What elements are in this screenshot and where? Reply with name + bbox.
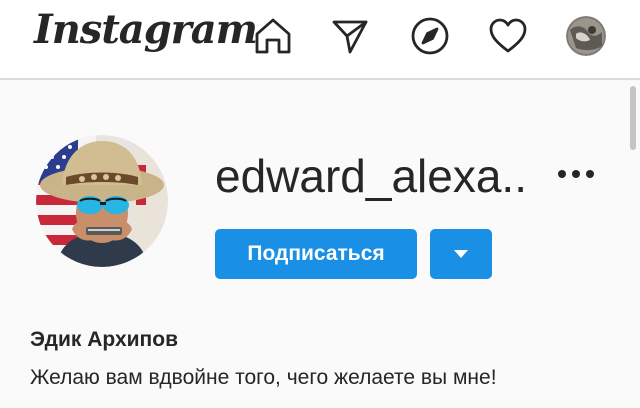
- follow-button[interactable]: Подписаться: [215, 229, 417, 279]
- heart-activity-icon[interactable]: [486, 14, 530, 58]
- profile-photo[interactable]: [36, 135, 168, 267]
- top-navigation-bar: Instagram: [0, 0, 640, 80]
- profile-username: edward_alexa..: [215, 150, 527, 202]
- profile-bio: Желаю вам вдвойне того, чего желаете вы …: [30, 366, 497, 389]
- home-icon[interactable]: [251, 14, 295, 58]
- profile-full-name: Эдик Архипов: [30, 328, 178, 351]
- caret-down-icon: [454, 250, 468, 258]
- suggested-accounts-dropdown-button[interactable]: [430, 229, 492, 279]
- profile-avatar-small[interactable]: [566, 16, 606, 56]
- more-options-icon[interactable]: [553, 156, 599, 192]
- explore-compass-icon[interactable]: [408, 14, 452, 58]
- direct-message-icon[interactable]: [328, 14, 372, 58]
- instagram-logo[interactable]: Instagram: [34, 6, 258, 53]
- scrollbar-thumb[interactable]: [630, 86, 636, 150]
